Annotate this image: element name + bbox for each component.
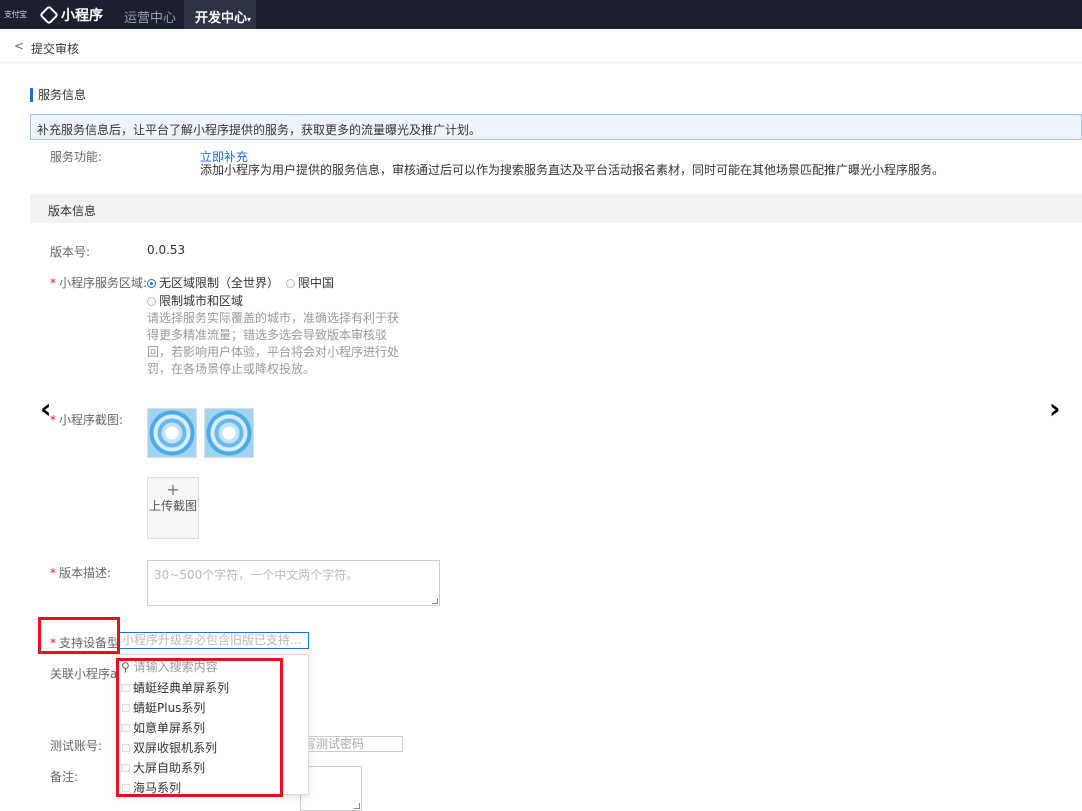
chevron-down-icon: ▾ [247,15,252,24]
radio-checked-icon [147,279,156,288]
next-arrow-icon[interactable]: › [1049,395,1061,423]
resize-handle-icon[interactable] [354,803,360,809]
mini-program-icon [39,5,59,25]
service-function-label: 服务功能: [50,150,103,164]
radio-region-city[interactable]: 限制城市和区域 [147,292,243,309]
version-description-label-text: 版本描述: [59,566,112,580]
radio-region-city-label: 限制城市和区域 [159,294,244,308]
plus-icon: + [166,480,180,499]
version-number-value: 0.0.53 [147,243,186,257]
screenshot-thumbnail[interactable] [147,408,197,458]
service-region-label: * 小程序服务区域: [50,274,147,291]
supported-device-select[interactable]: 小程序升级务必包含旧版已支持... [118,632,309,649]
service-function-description: 添加小程序为用户提供的服务信息，审核通过后可以作为搜索服务直达及平台活动报名素材… [200,163,945,177]
version-description-placeholder: 30~500个字符，一个中文两个字符。 [154,568,359,582]
upload-screenshot-button[interactable]: + 上传截图 [147,477,199,539]
top-navigation-bar: 支付宝 小程序 运营中心 开发中心▾ [0,0,1082,29]
version-section-bar: 版本信息 [30,194,1082,223]
nav-dev-center[interactable]: 开发中心▾ [184,0,256,29]
remark-label: 备注: [50,770,79,784]
app-title: 小程序 [61,8,103,24]
service-notice-banner: 补充服务信息后，让平台了解小程序提供的服务，获取更多的流量曝光及推广计划。 [30,114,1082,140]
radio-unchecked-icon [286,279,295,288]
screenshot-label-text: 小程序截图: [59,413,124,427]
related-mini-program-label: 关联小程序a [50,667,118,681]
radio-region-worldwide[interactable]: 无区域限制（全世界） [147,274,279,291]
version-description-textarea[interactable]: 30~500个字符，一个中文两个字符。 [147,560,440,606]
nav-dev-center-label: 开发中心 [195,11,248,26]
required-marker: * [50,566,56,580]
mini-program-logo[interactable]: 小程序 [39,5,103,25]
required-marker: * [50,276,56,290]
version-number-label: 版本号: [50,245,91,259]
upload-screenshot-label: 上传截图 [148,499,197,513]
radio-region-worldwide-label: 无区域限制（全世界） [159,276,280,290]
highlight-box-device-label [38,617,120,654]
alipay-logo-text: 支付宝 [4,10,27,19]
nav-operations-center[interactable]: 运营中心 [124,7,176,26]
radio-unchecked-icon [147,297,156,306]
radio-region-china-label: 限中国 [298,276,335,290]
screenshot-thumbnail[interactable] [204,408,254,458]
service-region-label-text: 小程序服务区域: [59,276,148,290]
page-title[interactable]: 提交审核 [31,40,79,57]
previous-arrow-icon[interactable]: ‹ [40,395,52,423]
highlight-box-device-options [116,658,283,797]
test-account-label: 测试账号: [50,739,103,753]
version-description-label: * 版本描述: [50,564,111,581]
resize-handle-icon[interactable] [432,598,438,604]
test-password-input[interactable]: 写测试密码 [300,736,403,752]
back-arrow-icon[interactable]: < [14,39,24,53]
service-section-title: 服务信息 [30,88,86,102]
region-hint-text: 请选择服务实际覆盖的城市，准确选择有利于获得更多精准流量；错选多选会导致版本审核… [147,311,400,376]
page-header: < 提交审核 [0,29,1082,63]
radio-region-china[interactable]: 限中国 [286,274,334,291]
remark-textarea[interactable] [300,766,362,811]
screenshot-label: * 小程序截图: [50,411,123,428]
